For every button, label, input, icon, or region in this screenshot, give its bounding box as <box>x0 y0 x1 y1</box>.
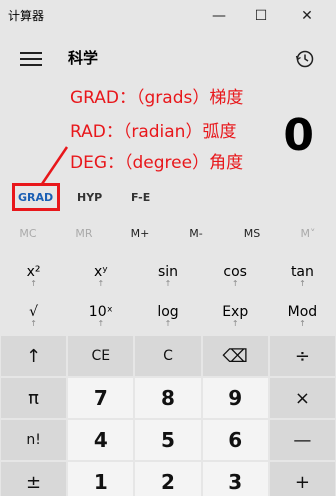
m-minus-button[interactable]: M- <box>168 222 224 246</box>
sqrt-button[interactable]: √ ↑ <box>0 298 67 336</box>
digit-9-button[interactable]: 9 <box>202 378 268 418</box>
square-button[interactable]: x² ↑ <box>0 258 67 296</box>
backspace-icon[interactable]: ⌫ <box>202 336 268 376</box>
digit-7-button[interactable]: 7 <box>68 378 134 418</box>
digit-5-button[interactable]: 5 <box>135 420 201 460</box>
cos-button[interactable]: cos ↑ <box>202 258 269 296</box>
sin-button[interactable]: sin ↑ <box>134 258 201 296</box>
factorial-button[interactable]: n! <box>1 420 67 460</box>
m-plus-button[interactable]: M+ <box>112 222 168 246</box>
keypad-row: ↑ CE C ⌫ ÷ <box>1 336 336 376</box>
divide-button[interactable]: ÷ <box>269 336 336 376</box>
sci-row-2: √ ↑ 10ˣ ↑ log ↑ Exp ↑ Mod ↑ <box>0 298 336 336</box>
fe-button[interactable]: F-E <box>131 191 150 204</box>
keypad-row: n! 4 5 6 — <box>1 420 336 460</box>
keypad-row: ± 1 2 3 + <box>1 462 336 496</box>
digit-6-button[interactable]: 6 <box>202 420 268 460</box>
negate-button[interactable]: ± <box>1 462 67 496</box>
highlight-box <box>12 183 60 211</box>
add-button[interactable]: + <box>269 462 336 496</box>
multiply-button[interactable]: × <box>269 378 336 418</box>
tan-button[interactable]: tan ↑ <box>269 258 336 296</box>
subtract-button[interactable]: — <box>269 420 336 460</box>
digit-4-button[interactable]: 4 <box>68 420 134 460</box>
sci-row-1: x² ↑ xʸ ↑ sin ↑ cos ↑ tan ↑ <box>0 258 336 296</box>
hyp-button[interactable]: HYP <box>77 191 102 204</box>
log-button[interactable]: log ↑ <box>134 298 201 336</box>
memory-bar: MC MR M+ M- MS M˅ <box>0 222 336 246</box>
mr-button[interactable]: MR <box>56 222 112 246</box>
keypad: ↑ CE C ⌫ ÷ π 7 8 9 × n! 4 5 6 — ± 1 2 3 … <box>1 336 336 496</box>
result-display: 0 <box>283 110 314 161</box>
ten-power-button[interactable]: 10ˣ ↑ <box>67 298 134 336</box>
ms-button[interactable]: MS <box>224 222 280 246</box>
keypad-row: π 7 8 9 × <box>1 378 336 418</box>
ce-button[interactable]: CE <box>68 336 134 376</box>
pi-button[interactable]: π <box>1 378 67 418</box>
shift-button[interactable]: ↑ <box>1 336 67 376</box>
power-button[interactable]: xʸ ↑ <box>67 258 134 296</box>
digit-8-button[interactable]: 8 <box>135 378 201 418</box>
memory-list-button[interactable]: M˅ <box>280 222 336 246</box>
digit-3-button[interactable]: 3 <box>202 462 268 496</box>
digit-1-button[interactable]: 1 <box>68 462 134 496</box>
digit-2-button[interactable]: 2 <box>135 462 201 496</box>
mc-button[interactable]: MC <box>0 222 56 246</box>
exp-button[interactable]: Exp ↑ <box>202 298 269 336</box>
clear-button[interactable]: C <box>135 336 201 376</box>
mod-button[interactable]: Mod ↑ <box>269 298 336 336</box>
